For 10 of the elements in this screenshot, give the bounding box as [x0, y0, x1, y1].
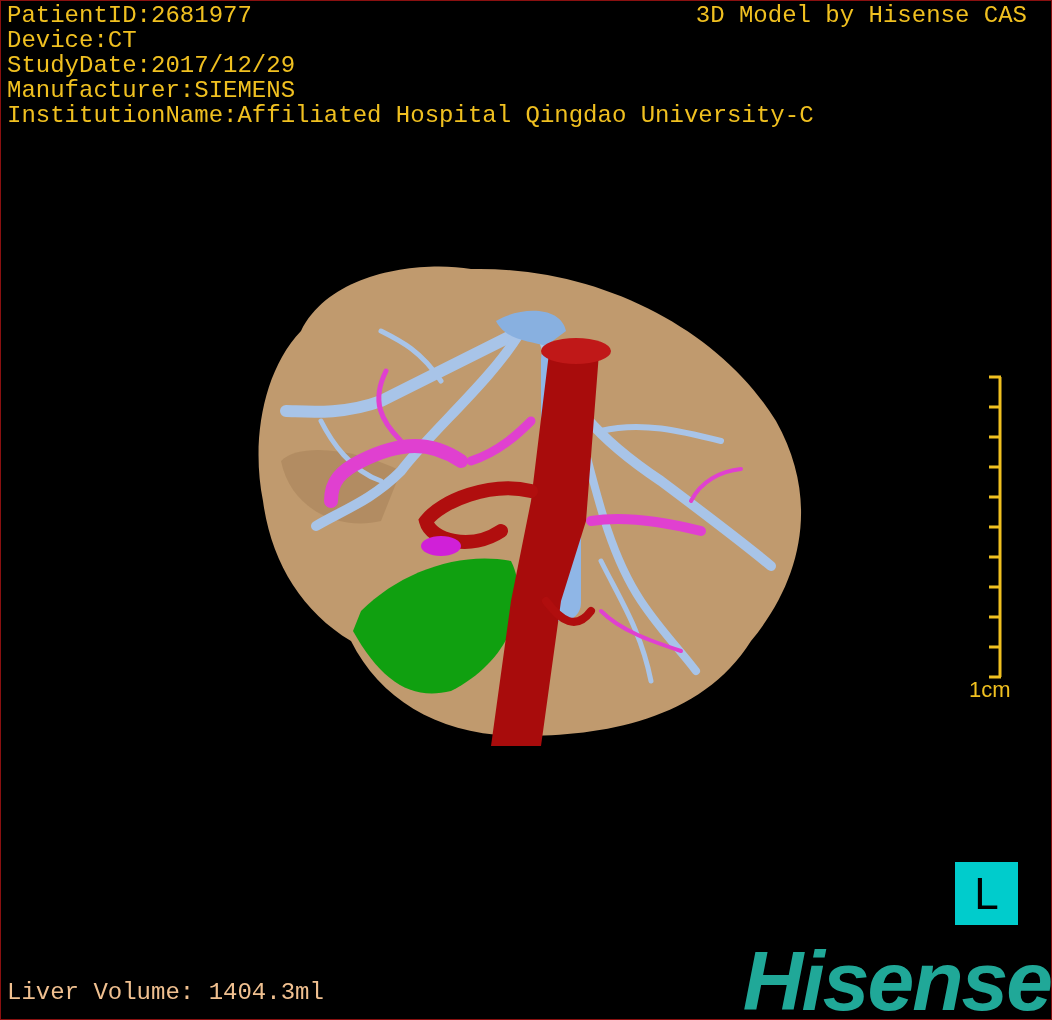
patient-info-text: StudyDate:2017/12/29: [7, 53, 296, 78]
scale-label: 1cm: [969, 677, 1011, 703]
patient-info-text: InstitutionName:Affiliated Hospital Qingdao University-C: [7, 103, 814, 128]
brand-logo: Hisense: [742, 939, 1051, 1019]
orientation-marker: L: [955, 862, 1018, 925]
patient-info-text: Manufacturer:SIEMENS: [7, 78, 296, 103]
patient-info-text: PatientID:2681977: [7, 3, 252, 28]
model-credit-text: 3D Model by Hisense CAS: [695, 3, 1027, 28]
liver-volume-text: Liver Volume: 1404.3ml: [7, 979, 324, 1006]
patient-info-text: Device:CT: [7, 28, 137, 53]
